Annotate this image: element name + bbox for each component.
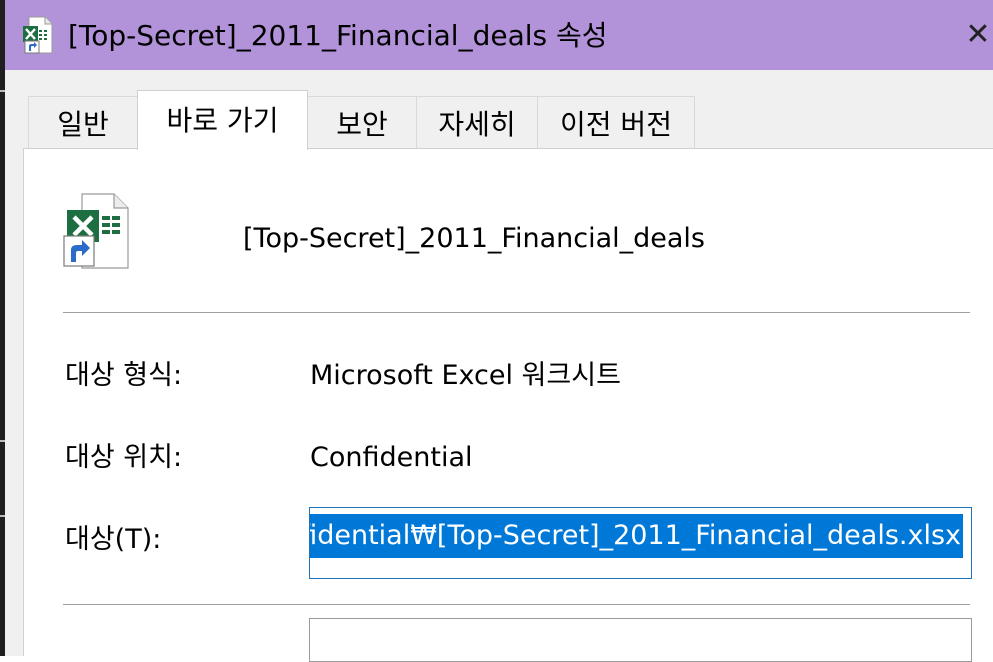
tab-label: 일반: [57, 108, 109, 141]
title-bar: [Top-Secret]_2011_Financial_deals 속성 ✕: [5, 0, 993, 70]
excel-shortcut-icon: [23, 16, 53, 54]
tab-previous-versions[interactable]: 이전 버전: [537, 96, 695, 148]
tab-label: 자세히: [438, 108, 516, 141]
separator: [63, 312, 970, 313]
tab-label: 바로 가기: [166, 104, 279, 137]
target-type-label: 대상 형식:: [65, 360, 183, 391]
excel-shortcut-icon: [63, 193, 129, 269]
target-location-label: 대상 위치:: [65, 442, 183, 473]
close-icon: ✕: [965, 17, 991, 52]
target-location-value: Confidential: [310, 442, 473, 473]
tab-label: 이전 버전: [560, 108, 672, 141]
tab-security[interactable]: 보안: [307, 96, 417, 148]
target-input[interactable]: nfidential₩[Top-Secret]_2011_Financial_d…: [309, 507, 972, 579]
close-button[interactable]: ✕: [963, 10, 993, 60]
window-title: [Top-Secret]_2011_Financial_deals 속성: [68, 19, 608, 52]
tab-details[interactable]: 자세히: [416, 96, 538, 148]
tab-general[interactable]: 일반: [28, 96, 138, 148]
tab-label: 보안: [336, 108, 388, 141]
start-in-input[interactable]: [309, 618, 972, 662]
file-name: [Top-Secret]_2011_Financial_deals: [243, 223, 705, 254]
target-label: 대상(T):: [65, 524, 162, 555]
separator: [63, 604, 970, 605]
target-type-value: Microsoft Excel 워크시트: [310, 360, 621, 391]
tab-shortcut[interactable]: 바로 가기: [137, 90, 308, 150]
target-input-selected-text: nfidential₩[Top-Secret]_2011_Financial_d…: [310, 514, 963, 558]
